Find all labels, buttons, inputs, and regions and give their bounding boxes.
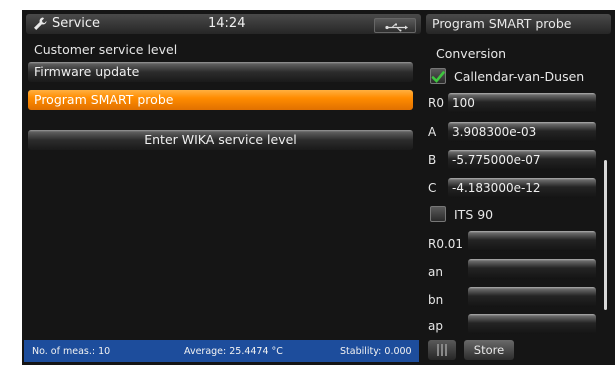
enter-wika-service-level-button[interactable]: Enter WIKA service level xyxy=(28,130,413,150)
program-smart-probe-button[interactable]: Program SMART probe xyxy=(28,90,413,110)
header-bar: Service 14:24 xyxy=(26,14,421,34)
its90-checkbox[interactable] xyxy=(430,206,446,222)
its-label-r001: R0.01 xyxy=(428,237,464,251)
average-value: Average: 25.4474 °C xyxy=(184,346,283,357)
its90-label: ITS 90 xyxy=(454,207,494,222)
checkmark-icon xyxy=(431,71,445,83)
screen-title: Service xyxy=(52,16,101,31)
its-field-r001[interactable] xyxy=(468,231,596,251)
its-field-bn[interactable] xyxy=(468,287,596,307)
param-label-c: C xyxy=(428,181,437,195)
meas-count: No. of meas.: 10 xyxy=(32,346,111,357)
store-button[interactable]: Store xyxy=(464,340,514,360)
grip-handle-icon[interactable] xyxy=(428,340,456,360)
status-bar: No. of meas.: 10 Average: 25.4474 °C Sta… xyxy=(24,340,419,362)
panel-scrollbar[interactable] xyxy=(604,160,607,310)
param-field-c[interactable]: -4.183000e-12 xyxy=(448,178,596,198)
its-field-ap[interactable] xyxy=(468,314,596,334)
its-label-ap: ap xyxy=(428,319,443,333)
stability-value: Stability: 0.000 xyxy=(340,346,412,357)
cvd-checkbox[interactable] xyxy=(430,68,446,84)
conversion-label: Conversion xyxy=(436,46,507,61)
usb-icon[interactable] xyxy=(374,18,416,33)
its-label-an: an xyxy=(428,265,443,279)
clock: 14:24 xyxy=(208,16,246,31)
param-field-a[interactable]: 3.908300e-03 xyxy=(448,122,596,142)
param-field-b[interactable]: -5.775000e-07 xyxy=(448,150,596,170)
customer-service-level-label: Customer service level xyxy=(34,42,178,57)
param-label-a: A xyxy=(428,125,437,139)
wrench-icon xyxy=(34,17,47,30)
param-label-b: B xyxy=(428,153,437,167)
param-label-r0: R0 xyxy=(428,96,444,110)
firmware-update-button[interactable]: Firmware update xyxy=(28,62,413,82)
device-screen: Service 14:24 Customer service level Fir… xyxy=(22,10,615,365)
its-field-an[interactable] xyxy=(468,259,596,279)
cvd-label: Callendar-van-Dusen xyxy=(454,69,585,84)
its-label-bn: bn xyxy=(428,293,444,307)
panel-title: Program SMART probe xyxy=(426,14,611,34)
param-field-r0[interactable]: 100 xyxy=(448,93,596,113)
